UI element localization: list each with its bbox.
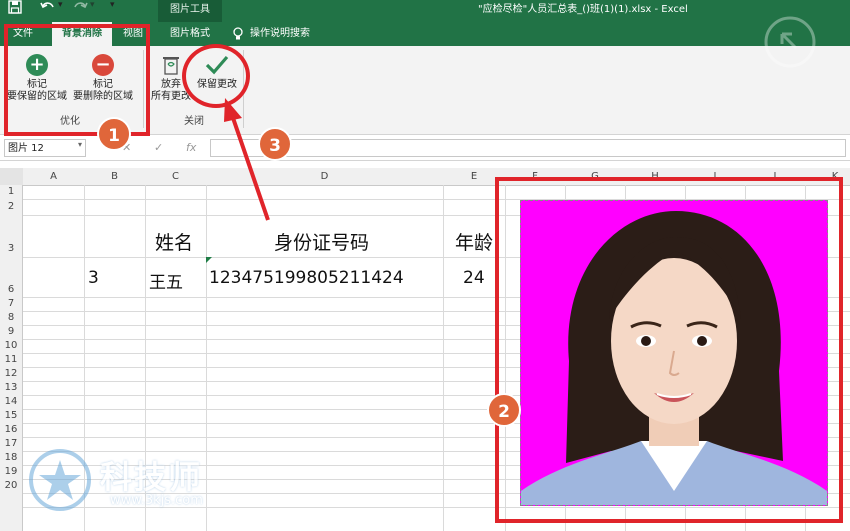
annotation-badge-2: 2 [487, 393, 521, 427]
annotation-badge-1: 1 [97, 117, 131, 151]
annotation-arrow [224, 98, 270, 221]
annotation-badge-3: 3 [258, 127, 292, 161]
